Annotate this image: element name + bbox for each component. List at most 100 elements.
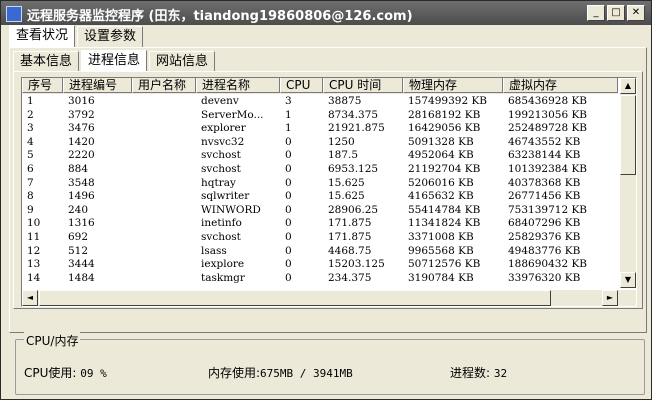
scroll-up-arrow-icon[interactable]: ▲ [620,78,636,94]
cell-name: ServerMo... [201,108,264,121]
cell-cpu: 1 [285,108,292,121]
memory-usage-value: 675MB / 3941MB [260,367,353,380]
column-header-physical-memory[interactable]: 物理内存 [403,78,503,93]
cell-cpu: 0 [285,162,292,175]
cell-virtual-memory: 753139712 KB [508,203,588,216]
scroll-down-arrow-icon[interactable]: ▼ [620,272,636,288]
cell-index: 11 [27,230,41,243]
cell-physical-memory: 28168192 KB [408,108,481,121]
cell-virtual-memory: 49483776 KB [508,244,581,257]
column-header-user[interactable]: 用户名称 [132,78,196,93]
column-header-cpu[interactable]: CPU [280,78,323,93]
main-window: 远程服务器监控程序 (田东，tiandong19860806@126.com) … [0,0,652,400]
table-row[interactable]: 7 3548 hqtray 0 15.625 5206016 KB 40378368 KB [22,177,618,191]
cell-name: lsass [201,244,227,257]
column-header-virtual-memory[interactable]: 虚拟内存 [503,78,618,93]
cpu-usage-label: CPU使用: [24,366,77,380]
app-icon [6,6,22,22]
cell-index: 13 [27,258,41,271]
cell-cpu-time: 28906.25 [328,203,379,216]
vertical-scroll-thumb[interactable] [620,95,636,175]
inner-tab-strip: 基本信息 进程信息 网站信息 [13,50,217,73]
cell-physical-memory: 3190784 KB [408,271,474,284]
cell-virtual-memory: 685436928 KB [508,95,588,107]
close-button[interactable]: ✕ [627,5,645,21]
process-list-rows: 1 3016 devenv 3 38875 157499392 KB 685436928 K… [22,95,618,285]
horizontal-scroll-thumb[interactable] [39,290,551,306]
column-header-cpu-time[interactable]: CPU 时间 [323,78,403,93]
cell-name: sqlwriter [201,190,250,203]
tab-process-info[interactable]: 进程信息 [81,50,148,73]
cell-cpu: 0 [285,135,292,148]
cell-physical-memory: 11341824 KB [408,217,481,230]
cell-pid: 1316 [68,217,95,230]
cell-cpu-time: 15203.125 [328,258,385,271]
cell-virtual-memory: 40378368 KB [508,176,581,189]
table-row[interactable]: 11 692 svchost 0 171.875 3371008 KB 25829376 K… [22,231,618,245]
table-row[interactable]: 2 3792 ServerMo... 1 8734.375 28168192 KB 1992… [22,109,618,123]
maximize-button[interactable]: □ [607,5,625,21]
table-row[interactable]: 10 1316 inetinfo 0 171.875 11341824 KB 6840729… [22,217,618,231]
process-list[interactable]: 序号 进程编号 用户名称 进程名称 CPU CPU 时间 物理内存 虚拟内存 1… [21,77,637,307]
table-row[interactable]: 5 2220 svchost 0 187.5 4952064 KB 63238144 KB [22,149,618,163]
scroll-right-arrow-icon[interactable]: ► [602,290,618,306]
tab-view-status[interactable]: 查看状况 [9,25,76,48]
cell-user [132,109,196,123]
cell-virtual-memory: 33976320 KB [508,271,581,284]
cell-user [132,231,196,245]
cell-name: WINWORD [201,203,261,216]
cell-pid: 884 [68,162,89,175]
window-title: 远程服务器监控程序 (田东，tiandong19860806@126.com) [27,9,413,24]
cell-cpu-time: 38875 [328,95,362,107]
cell-name: svchost [201,162,241,175]
cell-user [132,190,196,204]
horizontal-scrollbar[interactable]: ◄ ► [22,290,620,306]
cell-user [132,258,196,272]
top-tab-strip: 查看状况 设置参数 [9,25,145,48]
minimize-button[interactable]: _ [587,5,605,21]
cell-physical-memory: 5206016 KB [408,176,474,189]
cell-virtual-memory: 68407296 KB [508,217,581,230]
table-row[interactable]: 9 240 WINWORD 0 28906.25 55414784 KB 753139712… [22,204,618,218]
tab-website-info[interactable]: 网站信息 [149,51,216,72]
table-row[interactable]: 1 3016 devenv 3 38875 157499392 KB 685436928 K… [22,95,618,109]
cell-cpu: 1 [285,122,292,135]
cell-name: svchost [201,149,241,162]
cell-user [132,245,196,259]
table-row[interactable]: 4 1420 nvsvc32 0 1250 5091328 KB 46743552 KB [22,136,618,150]
cell-user [132,217,196,231]
cpu-usage: CPU使用: 09 % [24,364,107,381]
cell-physical-memory: 50712576 KB [408,258,481,271]
cell-cpu-time: 15.625 [328,190,365,203]
tab-settings[interactable]: 设置参数 [77,26,144,47]
cell-index: 1 [27,95,34,107]
cell-index: 4 [27,135,34,148]
title-bar[interactable]: 远程服务器监控程序 (田东，tiandong19860806@126.com) … [1,1,651,25]
table-row[interactable]: 12 512 lsass 0 4468.75 9965568 KB 49483776 KB [22,245,618,259]
cpu-usage-value: 09 % [80,367,107,380]
vertical-scrollbar[interactable]: ▲ ▼ [620,78,636,288]
process-list-header: 序号 进程编号 用户名称 进程名称 CPU CPU 时间 物理内存 虚拟内存 [22,78,618,94]
cell-pid: 3476 [68,122,95,135]
table-row[interactable]: 14 1484 taskmgr 0 234.375 3190784 KB 33976320 … [22,272,618,286]
tab-basic-info[interactable]: 基本信息 [13,51,80,72]
cell-physical-memory: 3371008 KB [408,230,474,243]
cell-cpu-time: 15.625 [328,176,365,189]
column-header-index[interactable]: 序号 [22,78,63,93]
table-row[interactable]: 13 3444 iexplore 0 15203.125 50712576 KB 18869… [22,258,618,272]
cell-user [132,149,196,163]
table-row[interactable]: 6 884 svchost 0 6953.125 21192704 KB 101392384… [22,163,618,177]
scrollbar-corner [620,290,636,306]
cell-pid: 240 [68,203,89,216]
scroll-left-arrow-icon[interactable]: ◄ [22,290,38,306]
cell-virtual-memory: 188690432 KB [508,258,588,271]
table-row[interactable]: 8 1496 sqlwriter 0 15.625 4165632 KB 26771456 … [22,190,618,204]
cell-virtual-memory: 101392384 KB [508,162,588,175]
column-header-pid[interactable]: 进程编号 [63,78,132,93]
cell-physical-memory: 9965568 KB [408,244,474,257]
column-header-name[interactable]: 进程名称 [196,78,280,93]
cell-virtual-memory: 63238144 KB [508,149,581,162]
cell-cpu-time: 171.875 [328,217,372,230]
cell-user [132,136,196,150]
table-row[interactable]: 3 3476 explorer 1 21921.875 16429056 KB 252489… [22,122,618,136]
